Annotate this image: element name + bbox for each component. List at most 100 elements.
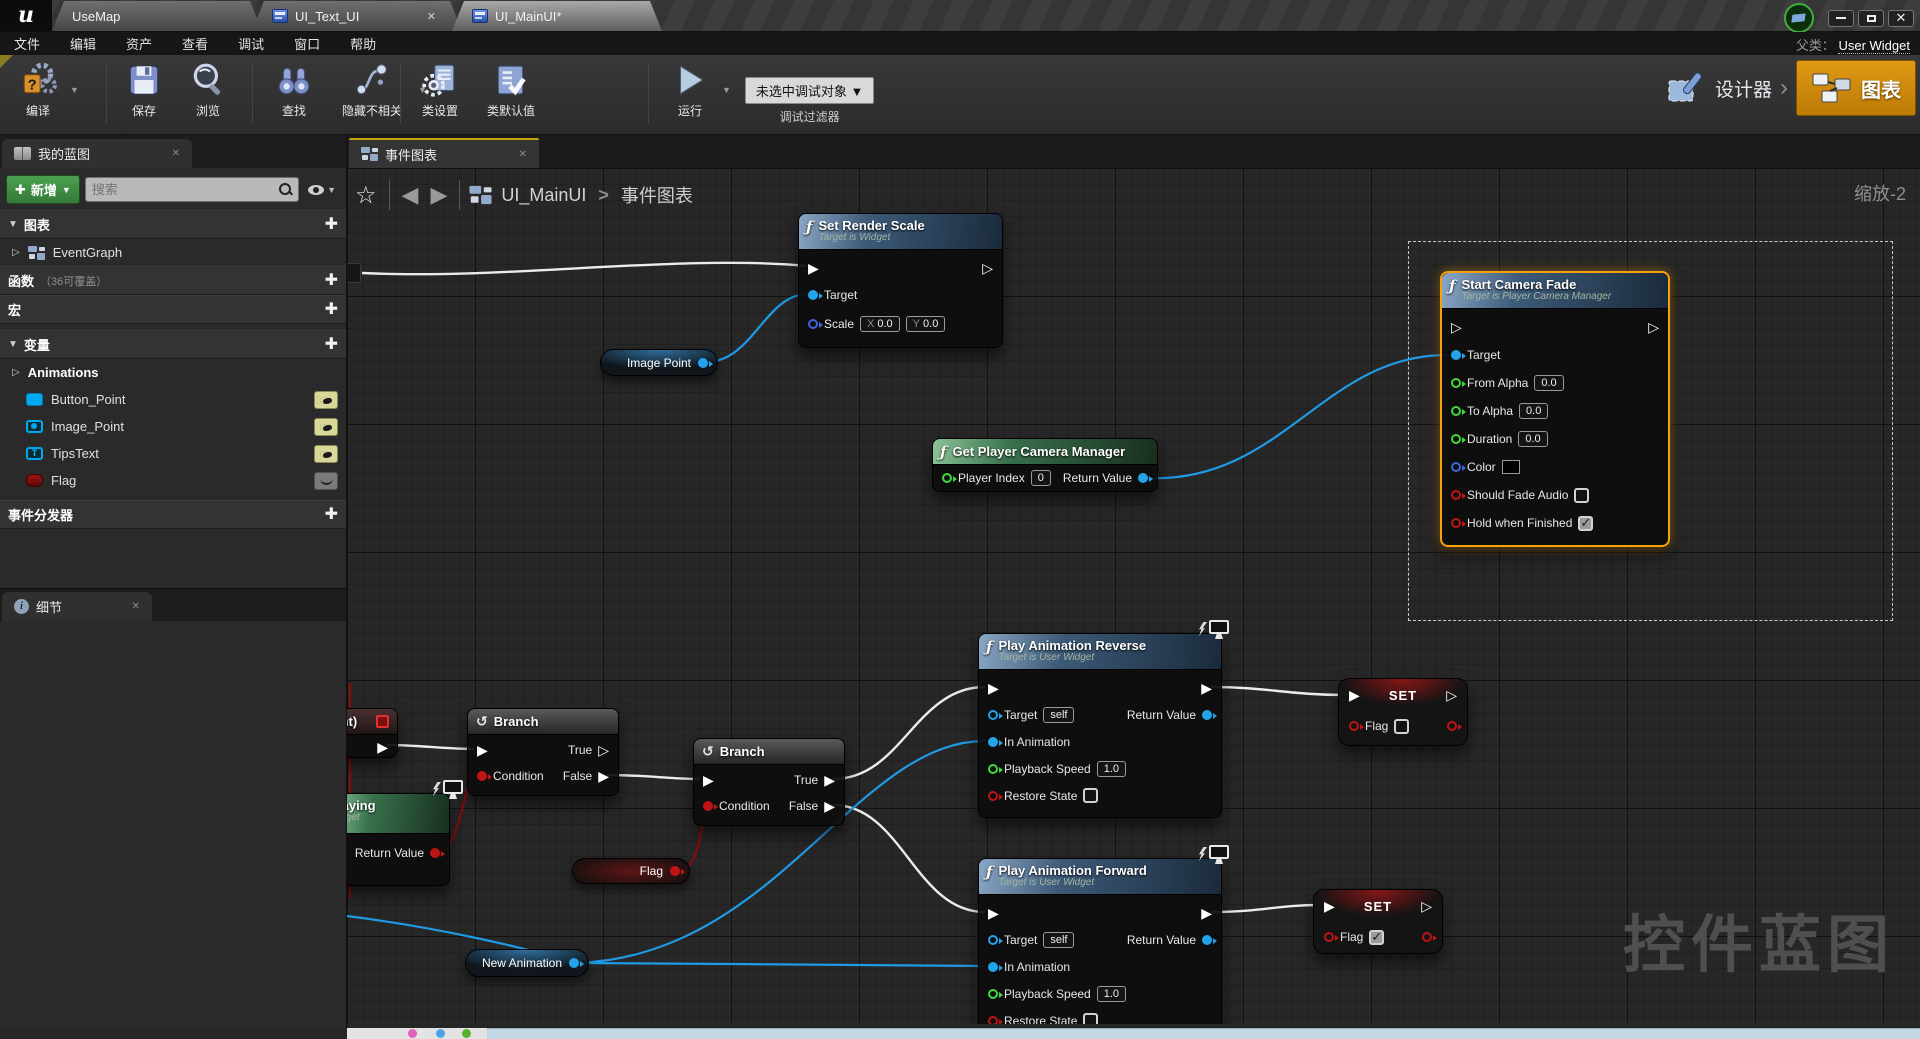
node-get-image-point[interactable]: Image Point — [600, 349, 718, 376]
node-branch-1[interactable]: ↺ Branch ▶ True ▷ Condition False ▶ — [467, 708, 619, 796]
menu-asset[interactable]: 资产 — [126, 34, 152, 53]
section-macros[interactable]: 宏 ✚ — [0, 295, 346, 324]
nav-forward-icon[interactable]: ▶ — [430, 182, 447, 208]
browse-button[interactable]: 浏览 — [176, 59, 240, 119]
nav-back-icon[interactable]: ◀ — [402, 182, 419, 208]
color-swatch[interactable] — [1501, 460, 1520, 474]
node-partial-left-edge[interactable] — [347, 263, 361, 283]
true-pin[interactable]: ▷ — [598, 743, 609, 757]
return-value-pin[interactable] — [1202, 934, 1217, 945]
node-get-flag[interactable]: Flag — [572, 858, 690, 884]
node-set-render-scale[interactable]: ƒ Set Render Scale Target is Widget ▶ ▷ … — [798, 213, 1003, 348]
restore-state-checkbox[interactable] — [1083, 1013, 1099, 1024]
menu-debug[interactable]: 调试 — [238, 34, 264, 53]
true-pin[interactable]: ▶ — [824, 773, 835, 787]
close-tab-icon[interactable]: ✕ — [519, 149, 527, 160]
eye-visible-icon[interactable] — [314, 444, 338, 463]
flag-in-pin[interactable] — [1349, 721, 1364, 731]
play-button[interactable]: 运行 — [658, 59, 722, 119]
scale-x-input[interactable]: X 0.0 — [860, 315, 900, 332]
add-function-button[interactable]: ✚ — [325, 272, 338, 289]
find-button[interactable]: 查找 — [262, 59, 326, 119]
favorite-star-icon[interactable]: ☆ — [355, 181, 377, 210]
expand-icon[interactable]: ▷ — [12, 367, 20, 378]
restore-state-checkbox[interactable] — [1083, 788, 1099, 803]
node-branch-2[interactable]: ↺ Branch ▶ True ▶ Condition False ▶ — [693, 738, 845, 826]
save-button[interactable]: 保存 — [112, 59, 176, 119]
breadcrumb-leaf[interactable]: 事件图表 — [621, 182, 693, 208]
exec-out-pin[interactable]: ▷ — [1446, 688, 1457, 702]
duration-input[interactable]: 0.0 — [1518, 431, 1548, 447]
exec-in-pin[interactable]: ▶ — [988, 681, 999, 695]
graph-mode-button[interactable]: 图表 — [1796, 60, 1916, 116]
exec-in-pin[interactable]: ▶ — [703, 773, 714, 787]
in-animation-pin[interactable] — [988, 961, 1003, 972]
variable-button-point[interactable]: Button_Point — [0, 386, 346, 413]
playback-speed-input[interactable]: 1.0 — [1096, 985, 1127, 1002]
eye-visible-icon[interactable] — [314, 417, 338, 436]
flag-out-pin[interactable] — [1447, 721, 1462, 731]
add-macro-button[interactable]: ✚ — [325, 301, 338, 318]
target-pin[interactable] — [988, 934, 1003, 945]
restore-state-pin[interactable] — [988, 790, 1003, 801]
node-set-flag-2[interactable]: ▶ SET ▷ Flag — [1313, 889, 1443, 954]
compile-options-caret[interactable]: ▼ — [70, 85, 79, 95]
close-button[interactable]: ✕ — [1888, 9, 1914, 27]
group-animations[interactable]: ▷ Animations — [0, 359, 346, 386]
class-settings-button[interactable]: 类设置 — [408, 59, 472, 119]
eye-visible-icon[interactable] — [314, 390, 338, 409]
flag-in-pin[interactable] — [1324, 932, 1339, 942]
variable-tipstext[interactable]: T TipsText — [0, 440, 346, 467]
node-play-animation-reverse[interactable]: ƒ Play Animation Reverse Target is User … — [978, 633, 1222, 818]
menu-file[interactable]: 文件 — [14, 34, 40, 53]
item-eventgraph[interactable]: ▷ EventGraph — [0, 239, 346, 266]
menu-help[interactable]: 帮助 — [350, 34, 376, 53]
false-pin[interactable]: ▶ — [824, 799, 835, 813]
node-is-animation-playing-partial[interactable]: laying idget Return Value — [347, 793, 450, 886]
condition-pin[interactable] — [703, 801, 718, 811]
variable-image-point[interactable]: Image_Point — [0, 413, 346, 440]
exec-out-pin[interactable]: ▶ — [1201, 906, 1212, 920]
add-dispatcher-button[interactable]: ✚ — [325, 506, 338, 523]
image-point-output-pin[interactable] — [698, 357, 713, 368]
in-animation-pin[interactable] — [988, 736, 1003, 747]
target-pin[interactable] — [1451, 350, 1466, 360]
section-event-dispatchers[interactable]: 事件分发器 ✚ — [0, 500, 346, 529]
playback-speed-input[interactable]: 1.0 — [1096, 760, 1127, 777]
debug-object-dropdown[interactable]: 未选中调试对象 ▼ — [744, 77, 875, 104]
visibility-filter-button[interactable]: ▼ — [304, 184, 340, 195]
should-fade-audio-checkbox[interactable] — [1574, 487, 1590, 503]
from-alpha-pin[interactable] — [1451, 378, 1466, 388]
return-value-pin[interactable] — [1138, 473, 1153, 483]
playback-speed-pin[interactable] — [988, 988, 1003, 999]
new-animation-output-pin[interactable] — [569, 958, 584, 968]
target-self-box[interactable]: self — [1043, 931, 1075, 948]
color-pin[interactable] — [1451, 462, 1466, 472]
hide-unrelated-button[interactable]: 隐藏不相关 — [326, 59, 418, 119]
exec-in-pin[interactable]: ▶ — [988, 906, 999, 920]
exec-out-pin[interactable]: ▷ — [1421, 899, 1432, 913]
target-pin[interactable] — [808, 289, 823, 300]
player-index-pin[interactable] — [942, 473, 957, 483]
exec-in-pin[interactable]: ▶ — [808, 261, 819, 275]
target-self-box[interactable]: self — [1043, 706, 1075, 723]
from-alpha-input[interactable]: 0.0 — [1534, 375, 1564, 391]
condition-pin[interactable] — [477, 771, 492, 781]
exec-in-pin[interactable]: ▶ — [477, 743, 488, 757]
exec-out-pin[interactable]: ▶ — [377, 740, 388, 754]
tab-ui-mainui[interactable]: UI_MainUI* — [452, 1, 662, 31]
tab-usemap[interactable]: UseMap — [52, 1, 262, 31]
search-box[interactable] — [84, 177, 300, 202]
designer-mode-button[interactable]: 设计器 — [1665, 69, 1772, 107]
node-play-animation-forward[interactable]: ƒ Play Animation Forward Target is User … — [978, 858, 1222, 1024]
maximize-button[interactable] — [1858, 9, 1884, 27]
tab-event-graph[interactable]: 事件图表 ✕ — [349, 138, 539, 168]
node-get-player-camera-manager[interactable]: ƒ Get Player Camera Manager Player Index… — [932, 438, 1158, 492]
add-new-button[interactable]: ✚ 新增 ▼ — [6, 175, 80, 204]
graph-canvas[interactable]: ☆ ◀ ▶ UI_MainUI > 事件图表 缩放-2 控件蓝图 ƒ Set R… — [347, 168, 1920, 1024]
expand-icon[interactable]: ▷ — [12, 247, 20, 258]
compile-button[interactable]: ? 编译 — [6, 59, 70, 119]
player-index-input[interactable]: 0 — [1030, 470, 1051, 486]
exec-in-pin[interactable]: ▶ — [1324, 899, 1335, 913]
duration-pin[interactable] — [1451, 434, 1466, 444]
